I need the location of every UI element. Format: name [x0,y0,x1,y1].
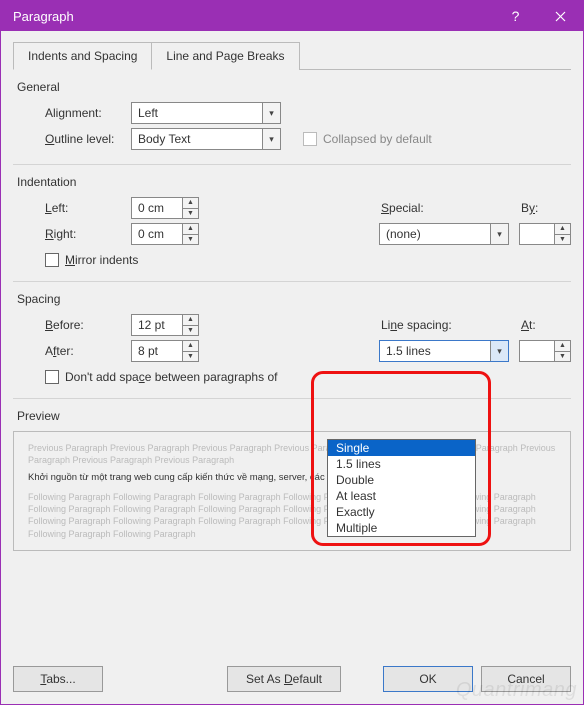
help-button[interactable]: ? [493,1,538,31]
before-spin[interactable]: 12 pt ▲▼ [131,314,199,336]
linespacing-option[interactable]: Exactly [328,504,475,520]
paragraph-dialog: Paragraph ? Indents and Spacing Line and… [0,0,584,705]
at-spin[interactable]: ▲▼ [519,340,571,362]
indent-right-spin[interactable]: 0 cm ▲▼ [131,223,199,245]
indent-right-label: Right: [45,227,131,241]
linespacing-option[interactable]: 1.5 lines [328,456,475,472]
chevron-down-icon: ▾ [262,129,280,149]
preview-box: Previous Paragraph Previous Paragraph Pr… [13,431,571,551]
spin-down-icon[interactable]: ▼ [555,235,570,245]
titlebar: Paragraph ? [1,1,583,31]
before-label: Before: [45,318,131,332]
outline-combo[interactable]: Body Text ▾ [131,128,281,150]
chevron-down-icon: ▾ [262,103,280,123]
spin-down-icon[interactable]: ▼ [183,326,198,336]
tab-indents-spacing[interactable]: Indents and Spacing [13,42,152,70]
special-label: Special: [381,201,521,215]
spin-down-icon[interactable]: ▼ [183,352,198,362]
after-spin[interactable]: 8 pt ▲▼ [131,340,199,362]
by-spin[interactable]: ▲▼ [519,223,571,245]
ok-button[interactable]: OK [383,666,473,692]
special-combo[interactable]: (none) ▾ [379,223,509,245]
preview-ghost-next: Following Paragraph Following Paragraph … [28,491,556,540]
preview-ghost-prev: Previous Paragraph Previous Paragraph Pr… [28,442,556,466]
linespacing-option[interactable]: Multiple [328,520,475,536]
close-icon [555,11,566,22]
set-as-default-button[interactable]: Set As Default [227,666,341,692]
spacing-heading: Spacing [17,292,571,306]
spin-down-icon[interactable]: ▼ [183,209,198,219]
mirror-indents-checkbox[interactable]: Mirror indents [45,253,138,267]
indentation-heading: Indentation [17,175,571,189]
linespacing-option[interactable]: At least [328,488,475,504]
spin-up-icon[interactable]: ▲ [555,224,570,235]
spin-up-icon[interactable]: ▲ [183,198,198,209]
general-heading: General [17,80,571,94]
preview-sample-text: Khởi nguồn từ một trang web cung cấp kiế… [28,472,556,485]
chevron-down-icon: ▾ [490,341,508,361]
alignment-combo[interactable]: Left ▾ [131,102,281,124]
spin-down-icon[interactable]: ▼ [555,352,570,362]
spin-down-icon[interactable]: ▼ [183,235,198,245]
tabstrip: Indents and Spacing Line and Page Breaks [13,41,571,70]
indent-left-spin[interactable]: 0 cm ▲▼ [131,197,199,219]
spin-up-icon[interactable]: ▲ [555,341,570,352]
linespacing-option[interactable]: Single [328,440,475,456]
at-label: At: [521,318,571,332]
linespacing-combo[interactable]: 1.5 lines ▾ [379,340,509,362]
close-button[interactable] [538,1,583,31]
tab-line-page-breaks[interactable]: Line and Page Breaks [151,42,299,70]
spin-up-icon[interactable]: ▲ [183,341,198,352]
tabs-button[interactable]: Tabs... [13,666,103,692]
linespacing-label: Line spacing: [381,318,521,332]
spin-up-icon[interactable]: ▲ [183,315,198,326]
footer-buttons: Tabs... Set As Default OK Cancel [13,666,571,692]
spin-up-icon[interactable]: ▲ [183,224,198,235]
outline-label: Outline level: [45,132,131,146]
by-label: By: [521,201,571,215]
collapsed-checkbox: Collapsed by default [303,132,432,146]
alignment-label: Alignment: [45,106,131,120]
preview-heading: Preview [17,409,571,423]
indent-left-label: Left: [45,201,131,215]
after-label: After: [45,344,131,358]
dont-add-space-checkbox[interactable]: Don't add space between paragraphs of [45,370,277,384]
chevron-down-icon: ▾ [490,224,508,244]
linespacing-dropdown[interactable]: Single 1.5 lines Double At least Exactly… [327,439,476,537]
cancel-button[interactable]: Cancel [481,666,571,692]
window-title: Paragraph [13,9,493,24]
linespacing-option[interactable]: Double [328,472,475,488]
